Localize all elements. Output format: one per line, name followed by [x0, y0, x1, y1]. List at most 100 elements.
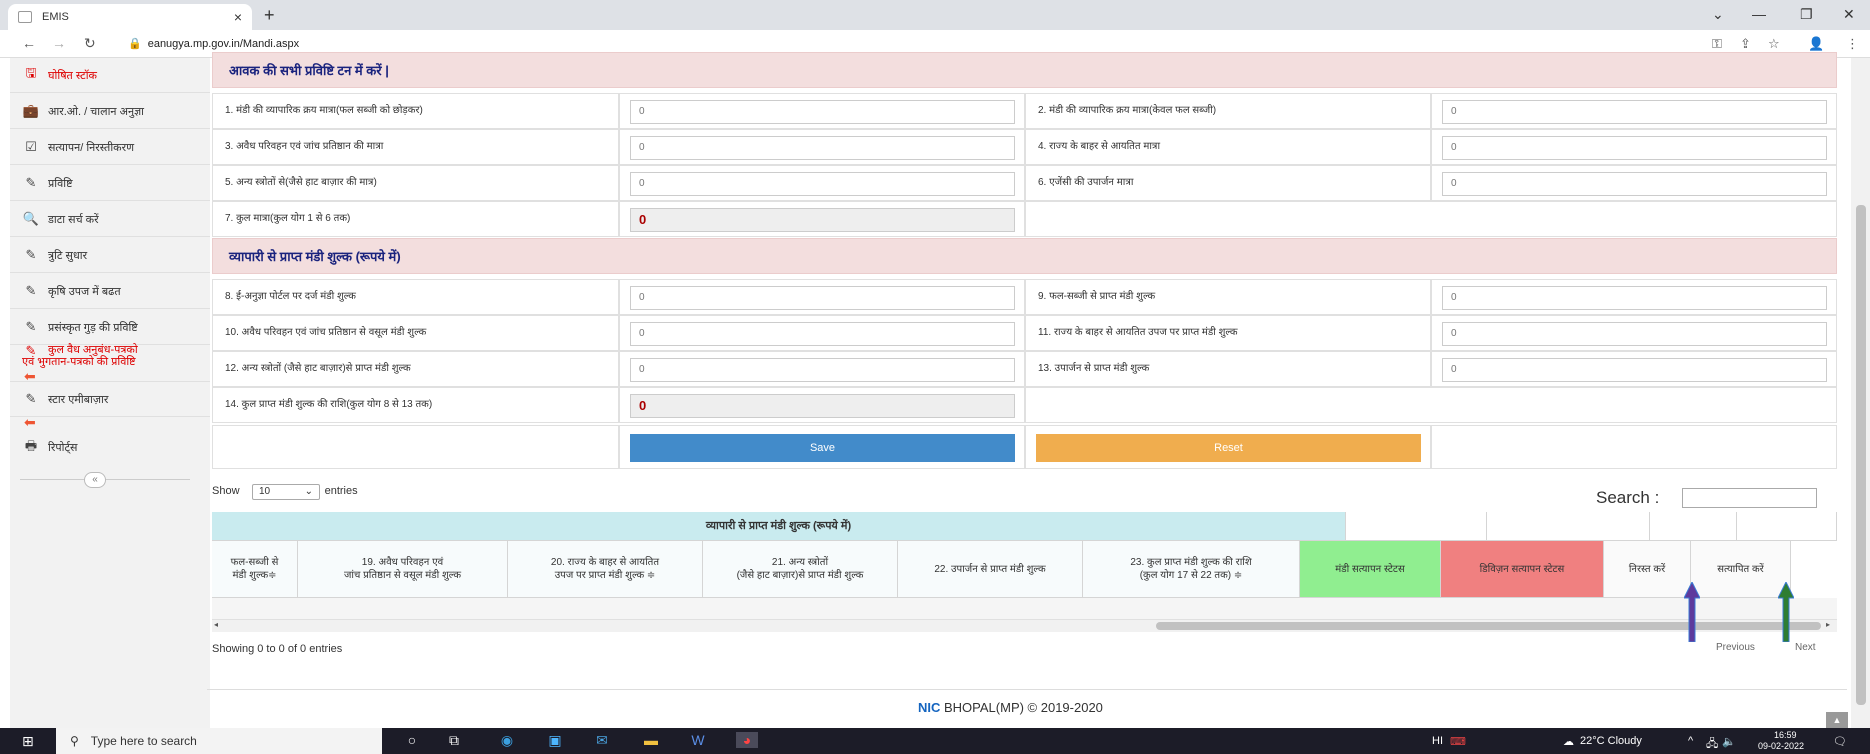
forward-icon[interactable]: →: [52, 35, 66, 51]
sidebar-item-label: सत्यापन/ निरस्तीकरण: [48, 141, 135, 154]
field-label: 10. अवैध परिवहन एवं जांच प्रतिष्ठान से व…: [225, 327, 427, 338]
sidebar-item-reports[interactable]: 🖶 रिपोर्ट्स: [10, 430, 210, 465]
field-input-cell: 0: [1431, 165, 1837, 201]
reset-button[interactable]: Reset: [1036, 434, 1421, 462]
task-view-icon[interactable]: ⧉: [443, 732, 465, 749]
entries-label: entries: [324, 485, 358, 497]
clock-date[interactable]: 09-02-2022: [1758, 741, 1804, 751]
clock-time[interactable]: 16:59: [1774, 730, 1797, 740]
tab-title: EMIS: [42, 11, 69, 23]
collapse-sidebar-button[interactable]: «: [84, 472, 106, 488]
printer-icon: 🖶: [24, 437, 38, 453]
sidebar-item[interactable]: ☑ सत्यापन/ निरस्तीकरण: [10, 130, 210, 165]
numeric-input[interactable]: 0: [1442, 136, 1827, 160]
tray-chevron-icon[interactable]: ^: [1688, 735, 1693, 747]
field-label: 1. मंडी की व्यापारिक क्रय मात्रा(फल सब्ज…: [225, 105, 423, 116]
close-window-button[interactable]: ✕: [1843, 6, 1855, 23]
field-label-cell: 3. अवैध परिवहन एवं जांच प्रतिष्ठान की मा…: [212, 129, 619, 165]
column-header[interactable]: फल-सब्जी से मंडी शुल्क≑: [212, 541, 298, 598]
weather-text[interactable]: 22°C Cloudy: [1580, 735, 1642, 747]
numeric-input[interactable]: 0: [1442, 322, 1827, 346]
sidebar-item-contract-entry[interactable]: ✎ कुल वैध अनुबंध-पत्रको एवं भुगतान-पत्रको…: [10, 338, 210, 382]
keyboard-icon[interactable]: ⌨: [1450, 735, 1466, 748]
sidebar-item[interactable]: ✎ प्रविष्टि: [10, 166, 210, 201]
numeric-input[interactable]: 0: [630, 100, 1015, 124]
sidebar-item[interactable]: 🔍 डाटा सर्च करें: [10, 202, 210, 237]
browser-tab[interactable]: EMIS ×: [8, 4, 252, 30]
prev-page-button[interactable]: Previous: [1716, 642, 1755, 653]
column-header[interactable]: 21. अन्य स्त्रोतों (जैसे हाट बाज़ार)से प…: [703, 541, 898, 598]
notification-icon[interactable]: 🗨: [1833, 735, 1847, 748]
up-arrow-annotation-purple: [1684, 582, 1700, 642]
field-label-cell: 12. अन्य स्त्रोतों (जैसे हाट बाज़ार)से प…: [212, 351, 619, 387]
url-field[interactable]: 🔒 eanugya.mp.gov.in/Mandi.aspx: [128, 37, 299, 50]
bookmark-star-icon[interactable]: ☆: [1768, 36, 1780, 52]
taskbar-search[interactable]: ⚲ Type here to search: [56, 728, 382, 754]
column-header[interactable]: 19. अवैध परिवहन एवं जांच प्रतिष्ठान से व…: [298, 541, 508, 598]
new-tab-button[interactable]: +: [264, 5, 275, 26]
sidebar-item[interactable]: 🖫 घोषित स्टॉक: [10, 58, 210, 93]
sidebar-item[interactable]: ✎ कृषि उपज में बढत: [10, 274, 210, 309]
language-indicator[interactable]: HI: [1432, 735, 1443, 747]
tab-search-icon[interactable]: ⌄: [1712, 6, 1724, 23]
column-header[interactable]: 22. उपार्जन से प्राप्त मंडी शुल्क: [898, 541, 1083, 598]
reload-icon[interactable]: ↻: [84, 35, 96, 52]
word-icon[interactable]: W: [687, 732, 709, 748]
numeric-input[interactable]: 0: [1442, 172, 1827, 196]
chrome-icon[interactable]: ◕: [736, 732, 758, 748]
column-header[interactable]: डिविज़न सत्यापन स्टेटस: [1441, 541, 1604, 598]
tab-close-icon[interactable]: ×: [234, 9, 242, 25]
numeric-input[interactable]: 0: [630, 172, 1015, 196]
search-input[interactable]: [1682, 488, 1817, 508]
numeric-input[interactable]: 0: [630, 358, 1015, 382]
next-page-button[interactable]: Next: [1795, 642, 1816, 653]
page-scrollbar-thumb[interactable]: [1856, 205, 1866, 705]
back-icon[interactable]: ←: [22, 35, 36, 51]
column-header[interactable]: निरस्त करें: [1604, 541, 1691, 598]
page-length-select[interactable]: 10 ⌄: [252, 484, 320, 500]
minimize-button[interactable]: —: [1752, 6, 1766, 22]
cortana-icon[interactable]: ○: [401, 732, 423, 748]
key-icon[interactable]: ⚿: [1712, 36, 1722, 52]
footer: NIC BHOPAL(MP) © 2019-2020: [918, 700, 1103, 715]
restore-button[interactable]: ❐: [1800, 6, 1813, 23]
scroll-left-icon[interactable]: ◂: [214, 620, 218, 629]
scroll-right-icon[interactable]: ▸: [1826, 620, 1830, 629]
field-input-cell: 0: [619, 351, 1025, 387]
store-icon[interactable]: ▣: [544, 732, 566, 749]
numeric-input[interactable]: 0: [630, 136, 1015, 160]
edit-icon: ✎: [25, 247, 37, 262]
field-input-cell: 0: [619, 279, 1025, 315]
mail-icon[interactable]: ✉: [591, 732, 613, 749]
table-hscrollbar-thumb[interactable]: [1156, 622, 1821, 630]
numeric-input[interactable]: 0: [630, 322, 1015, 346]
windows-start-icon[interactable]: ⊞: [22, 733, 34, 750]
volume-icon[interactable]: 🔈: [1722, 735, 1736, 748]
numeric-input[interactable]: 0: [1442, 358, 1827, 382]
column-header[interactable]: 20. राज्य के बाहर से आयतित उपज पर प्राप्…: [508, 541, 703, 598]
network-icon[interactable]: 🖧: [1706, 735, 1718, 754]
empty-cell: [1025, 387, 1837, 423]
column-header[interactable]: मंडी सत्यापन स्टेटस: [1300, 541, 1441, 598]
sidebar-item-star-amibazar[interactable]: ✎ स्टार एमीबाज़ार: [10, 382, 210, 417]
column-header[interactable]: 23. कुल प्राप्त मंडी शुल्क की राशि (कुल …: [1083, 541, 1300, 598]
column-header[interactable]: सत्यापित करें: [1691, 541, 1791, 598]
profile-icon[interactable]: 👤: [1808, 36, 1824, 52]
file-explorer-icon[interactable]: ▬: [640, 732, 662, 748]
edit-icon: ✎: [25, 391, 37, 406]
edge-icon[interactable]: ◉: [496, 732, 518, 749]
sidebar-item-label: कृषि उपज में बढत: [48, 285, 121, 298]
sidebar-item[interactable]: ✎ त्रुटि सुधार: [10, 238, 210, 273]
url-text: eanugya.mp.gov.in/Mandi.aspx: [147, 38, 300, 50]
numeric-input[interactable]: 0: [1442, 286, 1827, 310]
up-arrow-annotation-green: [1778, 582, 1794, 642]
share-icon[interactable]: ⇪: [1740, 36, 1751, 52]
numeric-input[interactable]: 0: [1442, 100, 1827, 124]
sidebar-item[interactable]: 💼 आर.ओ. / चालान अनुज्ञा: [10, 94, 210, 129]
numeric-input[interactable]: 0: [630, 286, 1015, 310]
field-label-cell: 9. फल-सब्जी से प्राप्त मंडी शुल्क: [1025, 279, 1431, 315]
button-row-cell: [212, 425, 619, 469]
menu-icon[interactable]: ⋮: [1846, 36, 1859, 52]
save-button[interactable]: Save: [630, 434, 1015, 462]
scroll-to-top-button[interactable]: ▲: [1826, 712, 1848, 728]
